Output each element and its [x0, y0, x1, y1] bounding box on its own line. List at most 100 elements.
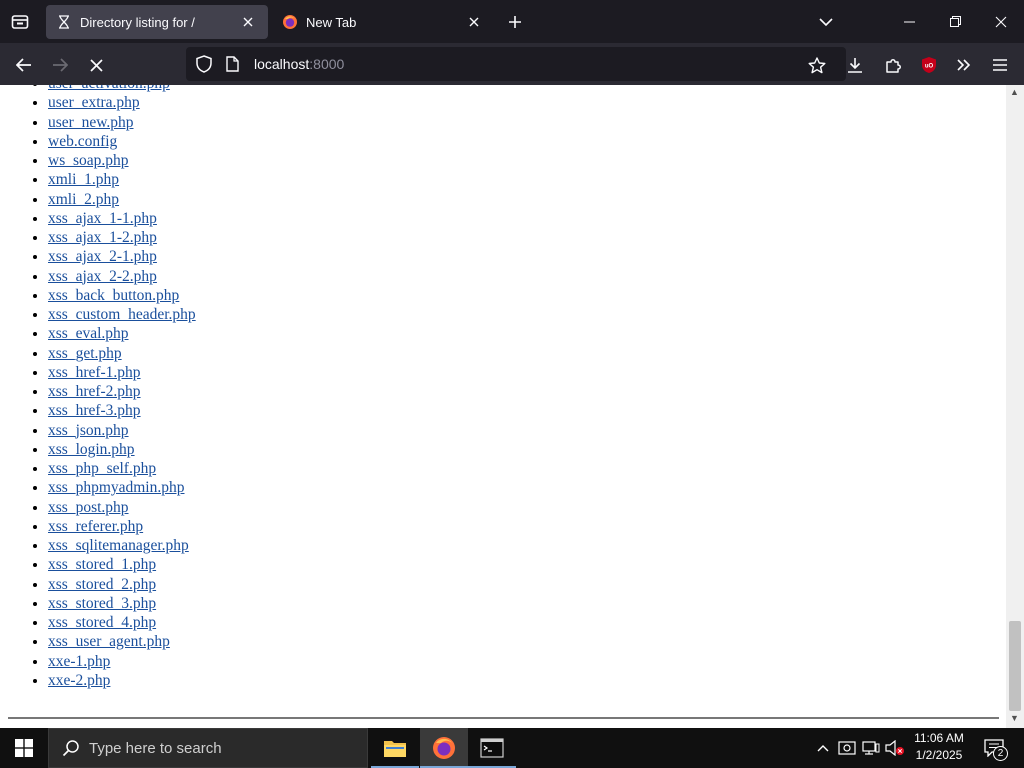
stop-button[interactable] [82, 51, 110, 79]
file-link[interactable]: xss_login.php [48, 441, 135, 458]
network-button[interactable] [861, 738, 881, 758]
file-link[interactable]: xss_ajax_1-2.php [48, 229, 157, 246]
file-link[interactable]: user_activation.php [48, 85, 170, 92]
double-chevron-right-icon [957, 59, 971, 71]
file-link[interactable]: xss_stored_1.php [48, 556, 156, 573]
restore-button[interactable] [932, 0, 978, 43]
more-tools-button[interactable] [950, 51, 978, 79]
tab-new-tab[interactable]: New Tab [272, 5, 494, 39]
close-tab-icon[interactable] [238, 12, 258, 32]
network-icon [862, 741, 880, 755]
list-item: xxe-2.php [48, 671, 196, 690]
extensions-button[interactable] [879, 51, 907, 79]
list-item: xss_ajax_1-2.php [48, 228, 196, 247]
file-link[interactable]: xss_href-2.php [48, 383, 141, 400]
file-link[interactable]: xss_stored_2.php [48, 576, 156, 593]
firefox-icon [282, 14, 298, 30]
minimize-button[interactable] [886, 0, 932, 43]
terminal-icon [480, 738, 504, 758]
navigation-toolbar: localhost:8000 uO [0, 43, 1024, 85]
vertical-scrollbar[interactable]: ▲ ▼ [1006, 85, 1024, 728]
show-hidden-icons-button[interactable] [813, 738, 833, 758]
file-explorer-app[interactable] [371, 728, 419, 768]
terminal-app[interactable] [468, 728, 516, 768]
list-item: xmli_2.php [48, 190, 196, 209]
file-link[interactable]: xss_referer.php [48, 518, 143, 535]
firefox-view-button[interactable] [8, 10, 32, 34]
file-link[interactable]: user_new.php [48, 114, 134, 131]
list-item: xss_user_agent.php [48, 632, 196, 651]
close-tab-icon[interactable] [464, 12, 484, 32]
list-item: xss_back_button.php [48, 286, 196, 305]
file-link[interactable]: xss_user_agent.php [48, 633, 170, 650]
file-link[interactable]: xss_sqlitemanager.php [48, 537, 189, 554]
taskbar-search-box[interactable]: Type here to search [48, 728, 368, 768]
file-link[interactable]: xss_ajax_1-1.php [48, 210, 157, 227]
back-button[interactable] [10, 51, 38, 79]
file-link[interactable]: xss_json.php [48, 422, 129, 439]
tray-app-icon[interactable] [837, 738, 857, 758]
list-item: xss_login.php [48, 440, 196, 459]
minimize-icon [903, 21, 915, 22]
bookmark-button[interactable] [803, 51, 831, 79]
file-link[interactable]: xxe-1.php [48, 653, 110, 670]
list-item: user_activation.php [48, 85, 196, 93]
list-item: xss_post.php [48, 498, 196, 517]
list-item: xss_href-3.php [48, 401, 196, 420]
file-link[interactable]: xss_ajax_2-1.php [48, 248, 157, 265]
tracking-protection-icon[interactable] [194, 54, 214, 74]
file-link[interactable]: xss_href-3.php [48, 402, 141, 419]
hourglass-icon [56, 14, 72, 30]
chevron-down-icon [819, 17, 833, 26]
forward-button[interactable] [46, 51, 74, 79]
volume-button[interactable] [885, 738, 905, 758]
close-window-button[interactable] [978, 0, 1024, 43]
tab-directory-listing[interactable]: Directory listing for / [46, 5, 268, 39]
file-link[interactable]: user_extra.php [48, 94, 140, 111]
firefox-app[interactable] [420, 728, 468, 768]
scroll-down-icon[interactable]: ▼ [1010, 713, 1019, 723]
new-tab-button[interactable] [503, 10, 527, 34]
downloads-button[interactable] [841, 51, 869, 79]
address-bar[interactable]: localhost:8000 [186, 47, 846, 81]
restore-icon [949, 16, 961, 27]
file-link[interactable]: xss_href-1.php [48, 364, 141, 381]
list-all-tabs-button[interactable] [814, 10, 838, 34]
list-item: xss_stored_1.php [48, 555, 196, 574]
file-link[interactable]: xss_get.php [48, 345, 122, 362]
app-menu-button[interactable] [986, 51, 1014, 79]
notification-count-badge: 2 [993, 746, 1008, 761]
start-button[interactable] [0, 728, 48, 768]
file-link[interactable]: xxe-2.php [48, 672, 110, 689]
file-link[interactable]: xss_custom_header.php [48, 306, 196, 323]
ublock-origin-button[interactable]: uO [915, 51, 943, 79]
list-item: xss_get.php [48, 344, 196, 363]
file-link[interactable]: xss_phpmyadmin.php [48, 479, 185, 496]
file-link[interactable]: ws_soap.php [48, 152, 129, 169]
list-item: xss_phpmyadmin.php [48, 478, 196, 497]
clock-date: 1/2/2025 [915, 748, 963, 762]
ublock-icon: uO [922, 57, 936, 73]
file-link[interactable]: xss_ajax_2-2.php [48, 268, 157, 285]
file-link[interactable]: xss_stored_4.php [48, 614, 156, 631]
scrollbar-thumb[interactable] [1009, 621, 1021, 711]
download-icon [848, 58, 862, 73]
folder-icon [384, 741, 406, 757]
url-port: :8000 [309, 56, 345, 72]
file-link[interactable]: xss_post.php [48, 499, 129, 516]
file-link[interactable]: xss_php_self.php [48, 460, 156, 477]
scroll-up-icon[interactable]: ▲ [1010, 87, 1019, 97]
list-item: xss_href-2.php [48, 382, 196, 401]
file-link[interactable]: xss_back_button.php [48, 287, 179, 304]
list-item: xss_ajax_2-1.php [48, 247, 196, 266]
page-info-icon[interactable] [222, 54, 242, 74]
arrow-right-icon [53, 58, 68, 72]
list-item: xss_ajax_1-1.php [48, 209, 196, 228]
file-link[interactable]: xmli_2.php [48, 191, 119, 208]
file-link[interactable]: xss_stored_3.php [48, 595, 156, 612]
file-link[interactable]: web.config [48, 133, 117, 150]
file-link[interactable]: xss_eval.php [48, 325, 129, 342]
file-link[interactable]: xmli_1.php [48, 171, 119, 188]
system-clock[interactable]: 11:06 AM 1/2/2025 [904, 730, 974, 766]
list-item: user_extra.php [48, 93, 196, 112]
